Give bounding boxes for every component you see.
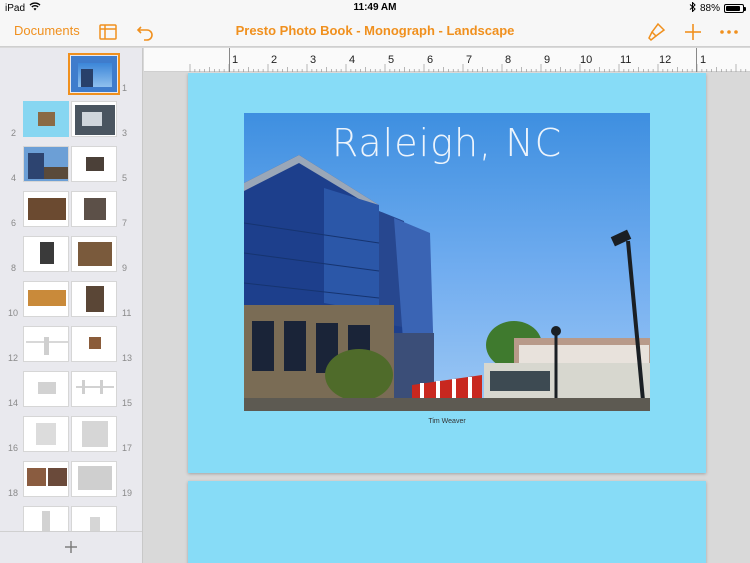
page-thumbnail-4[interactable] <box>23 146 69 182</box>
ruler-label: 8 <box>505 54 512 66</box>
page-number: 14 <box>8 398 19 408</box>
page-number: 2 <box>11 128 17 138</box>
battery-level <box>726 6 741 11</box>
page-number: 16 <box>8 443 19 453</box>
page-thumbnail-3[interactable] <box>71 101 117 137</box>
page-number: 17 <box>122 443 133 453</box>
page-number: 9 <box>122 263 128 273</box>
page-number: 12 <box>8 353 19 363</box>
page-number: 8 <box>11 263 17 273</box>
page-thumbnail-10[interactable] <box>23 281 69 317</box>
page-thumbnail-19[interactable] <box>71 461 117 497</box>
page-number: 1 <box>122 83 128 93</box>
page-thumbnail-16[interactable] <box>23 416 69 452</box>
page-thumbnail-17[interactable] <box>71 416 117 452</box>
page-navigator-icon[interactable] <box>97 21 119 43</box>
page-thumbnail-1[interactable] <box>68 53 120 95</box>
photo-title[interactable]: Raleigh, NC <box>244 121 650 165</box>
ruler-label: 1 <box>232 54 239 66</box>
document-canvas[interactable]: Raleigh, NC Tim Weaver <box>144 73 750 563</box>
page[interactable]: Raleigh, NC Tim Weaver <box>188 73 706 473</box>
battery-percent: 88% <box>699 3 720 14</box>
page-number: 19 <box>122 488 133 498</box>
page-thumbnail-6[interactable] <box>23 191 69 227</box>
ruler[interactable]: 1 2 3 4 5 6 7 8 9 10 11 12 1 <box>144 48 750 72</box>
sidebar-footer <box>0 531 142 563</box>
ruler-label: 12 <box>659 54 672 66</box>
left-margin-marker[interactable] <box>229 48 230 72</box>
page-number: 4 <box>11 173 17 183</box>
page-thumbnail-9[interactable] <box>71 236 117 272</box>
page-thumbnail-13[interactable] <box>71 326 117 362</box>
ruler-label: 9 <box>544 54 551 66</box>
bluetooth-icon <box>689 1 696 15</box>
ruler-label: 3 <box>310 54 317 66</box>
documents-button[interactable]: Documents <box>14 23 80 38</box>
page-number: 5 <box>122 173 128 183</box>
page-navigator-sidebar: 1 2 3 4 5 6 7 8 9 10 11 12 13 14 15 16 1… <box>0 48 143 563</box>
page-thumbnail-18[interactable] <box>23 461 69 497</box>
ruler-label: 11 <box>620 54 632 66</box>
format-brush-icon[interactable] <box>645 21 667 43</box>
photo-raleigh[interactable]: Raleigh, NC <box>244 113 650 411</box>
ruler-label: 5 <box>388 54 395 66</box>
more-icon[interactable] <box>718 21 740 43</box>
page-thumbnail-7[interactable] <box>71 191 117 227</box>
undo-icon[interactable] <box>135 21 157 43</box>
page-thumbnail-14[interactable] <box>23 371 69 407</box>
page-number: 6 <box>11 218 17 228</box>
page-number: 10 <box>8 308 19 318</box>
status-bar: iPad 11:49 AM 88% <box>0 0 750 16</box>
photo-caption[interactable]: Tim Weaver <box>188 418 706 425</box>
page-thumbnail-11[interactable] <box>71 281 117 317</box>
ruler-label: 6 <box>427 54 434 66</box>
ruler-label: 4 <box>349 54 356 66</box>
ruler-label: 1 <box>700 54 707 66</box>
clock: 11:49 AM <box>353 2 397 13</box>
page-number: 13 <box>122 353 133 363</box>
page-thumbnail-2[interactable] <box>23 101 69 137</box>
ruler-label: 7 <box>466 54 473 66</box>
page-number: 11 <box>122 308 132 318</box>
page-thumbnail-12[interactable] <box>23 326 69 362</box>
page-number: 7 <box>122 218 128 228</box>
page-number: 3 <box>122 128 128 138</box>
page-number: 15 <box>122 398 133 408</box>
add-page-icon[interactable] <box>62 538 80 556</box>
right-margin-marker[interactable] <box>696 48 697 72</box>
page-number: 18 <box>8 488 19 498</box>
next-page[interactable] <box>188 481 706 563</box>
add-icon[interactable] <box>682 21 704 43</box>
toolbar: Documents Presto Photo Book - Monograph … <box>0 16 750 47</box>
ruler-label: 10 <box>580 54 593 66</box>
battery-icon <box>724 4 746 13</box>
ruler-label: 2 <box>271 54 278 66</box>
page-thumbnail-5[interactable] <box>71 146 117 182</box>
page-thumbnail-8[interactable] <box>23 236 69 272</box>
page-thumbnail-15[interactable] <box>71 371 117 407</box>
